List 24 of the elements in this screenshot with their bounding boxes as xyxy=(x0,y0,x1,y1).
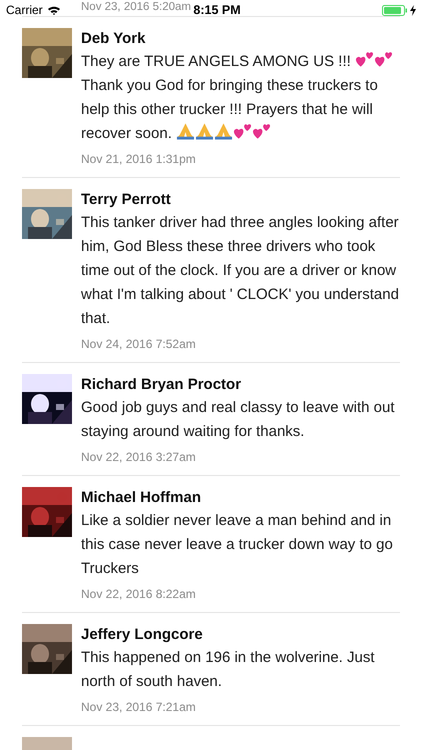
clock-time: 8:15 PM xyxy=(193,3,241,17)
two-hearts-icon xyxy=(252,122,272,140)
comment-date: Nov 22, 2016 3:27am xyxy=(81,449,197,466)
comment-text: This happened on 196 in the wolverine. Just north of south haven. xyxy=(81,648,376,692)
two-hearts-icon xyxy=(354,50,374,68)
carrier-label: Carrier xyxy=(6,3,43,17)
comment-date: Nov 23, 2016 5:20am xyxy=(81,0,191,14)
comment-date: Nov 22, 2016 8:22am xyxy=(81,586,197,603)
commenter-name: Deb York xyxy=(81,29,146,49)
comment-text: This tanker driver had three angles looking after him, God Bless these three drivers who took time out of the clock. If you are a driver or know what I'm talking about ' CLOCK' you understand that. xyxy=(81,213,400,329)
two-hearts-icon xyxy=(374,50,393,68)
commenter-name: Richard Bryan Proctor xyxy=(81,375,242,395)
comment-text: They are TRUE ANGELS AMONG US !!! Thank you God for bringing these truckers to help this other trucker !!! Prayers that he will recover soon. xyxy=(81,50,406,146)
two-hearts-icon xyxy=(233,122,252,140)
battery-icon xyxy=(382,4,408,16)
comment-text: Like a soldier never leave a man behind and in this case never leave a trucker down way to go Truckers xyxy=(81,511,394,579)
commenter-name: Jeffery Longcore xyxy=(81,625,204,645)
commenter-name: Michael Hoffman xyxy=(81,488,202,508)
comment-text: Good job guys and real classy to leave with out staying around waiting for thanks. xyxy=(81,398,396,442)
comment-date: Nov 23, 2016 7:21am xyxy=(81,699,197,716)
comment-date: Nov 21, 2016 1:31pm xyxy=(81,151,197,168)
commenter-name: Terry Perrott xyxy=(81,190,172,210)
comment-date: Nov 24, 2016 7:52am xyxy=(81,336,197,353)
wifi-icon xyxy=(46,5,61,15)
